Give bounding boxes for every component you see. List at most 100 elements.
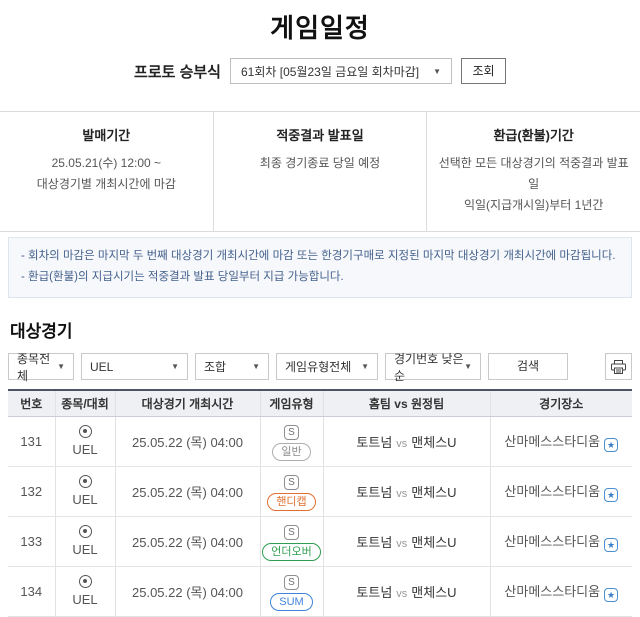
soccer-ball-icon <box>78 574 92 588</box>
venue-link[interactable]: 산마메스스타디움 <box>504 584 600 599</box>
search-button[interactable]: 검색 <box>488 353 568 381</box>
league-filter-select[interactable]: UEL ▼ <box>81 353 188 381</box>
table-row: 132 UEL 25.05.22 (목) 04:00 S 핸디캡 토트넘 vs 맨체… <box>8 466 632 518</box>
game-schedule-page: 게임일정 프로토 승부식 61회차 [05월23일 금요일 회차마감] ▼ 조회… <box>0 0 640 617</box>
chevron-down-icon: ▼ <box>252 362 260 372</box>
away-team: 맨체스U <box>411 485 457 501</box>
league-cell: UEL <box>54 416 115 468</box>
sale-period-column: 발매기간 25.05.21(수) 12:00 ~ 대상경기별 개최시간에 마감 <box>0 112 213 231</box>
table-row: 133 UEL 25.05.22 (목) 04:00 S 언더오버 토트넘 vs 맨… <box>8 516 632 568</box>
soccer-ball-icon <box>78 424 92 438</box>
home-team: 토트넘 <box>356 585 393 601</box>
favorite-star-icon[interactable]: ★ <box>604 488 619 503</box>
result-date-line1: 최종 경기종료 당일 예정 <box>259 156 381 170</box>
favorite-star-icon[interactable]: ★ <box>604 538 619 553</box>
sale-period-line2: 대상경기별 개최시간에 마감 <box>36 177 176 191</box>
single-badge: S <box>284 474 299 490</box>
refund-period-line1: 선택한 모든 대상경기의 적중결과 발표일 <box>438 156 629 191</box>
venue-link[interactable]: 산마메스스타디움 <box>504 484 600 499</box>
sale-period-line1: 25.05.21(수) 12:00 ~ <box>51 156 162 170</box>
venue-cell: 산마메스스타디움 ★ <box>489 516 632 568</box>
favorite-star-icon[interactable]: ★ <box>604 588 619 603</box>
league-cell: UEL <box>54 466 115 518</box>
home-team: 토트넘 <box>356 435 393 451</box>
soccer-ball-icon <box>78 474 92 488</box>
vs-label: vs <box>396 588 408 601</box>
round-select[interactable]: 61회차 [05월23일 금요일 회차마감] ▼ <box>229 58 452 84</box>
single-badge: S <box>284 524 299 540</box>
game-number: 131 <box>8 416 55 468</box>
game-number: 132 <box>8 466 55 518</box>
league-label: UEL <box>72 542 98 558</box>
sport-filter-select[interactable]: 종목전체 ▼ <box>8 352 74 383</box>
sort-filter-value: 경기번호 낮은순 <box>394 351 464 383</box>
header-league: 종목/대회 <box>54 388 115 418</box>
chevron-down-icon: ▼ <box>464 362 472 372</box>
league-label: UEL <box>72 442 98 458</box>
game-type-cell: S 언더오버 <box>259 516 323 568</box>
favorite-star-icon[interactable]: ★ <box>604 438 619 453</box>
league-cell: UEL <box>54 516 115 568</box>
sport-filter-value: 종목전체 <box>17 351 51 383</box>
league-cell: UEL <box>54 566 115 617</box>
game-type-badge: 언더오버 <box>262 542 321 561</box>
table-row: 134 UEL 25.05.22 (목) 04:00 S SUM 토트넘 vs 맨체… <box>8 566 632 617</box>
soccer-ball-icon <box>78 524 92 538</box>
game-number: 133 <box>8 516 55 568</box>
proto-label: 프로토 승부식 <box>134 63 221 81</box>
period-info-box: 발매기간 25.05.21(수) 12:00 ~ 대상경기별 개최시간에 마감 … <box>0 111 640 232</box>
away-team: 맨체스U <box>411 585 457 601</box>
game-type-filter-value: 게임유형전체 <box>285 360 352 375</box>
header-teams: 홈팀 vs 원정팀 <box>322 388 490 418</box>
game-time: 25.05.22 (목) 04:00 <box>114 416 260 468</box>
game-type-cell: S 핸디캡 <box>259 466 323 518</box>
inquiry-button[interactable]: 조회 <box>460 58 506 84</box>
proto-round-bar: 프로토 승부식 61회차 [05월23일 금요일 회차마감] ▼ 조회 <box>0 58 640 84</box>
home-team: 토트넘 <box>356 535 393 551</box>
venue-link[interactable]: 산마메스스타디움 <box>504 434 600 449</box>
result-date-title: 적중결과 발표일 <box>276 128 364 143</box>
teams-cell: 토트넘 vs 맨체스U <box>322 516 490 568</box>
header-venue: 경기장소 <box>489 388 632 418</box>
game-number: 134 <box>8 566 55 617</box>
printer-icon <box>611 359 626 374</box>
venue-cell: 산마메스스타디움 ★ <box>489 566 632 617</box>
combo-filter-value: 조합 <box>204 360 227 375</box>
game-type-filter-select[interactable]: 게임유형전체 ▼ <box>276 353 378 381</box>
games-table: 번호 종목/대회 대상경기 개최시간 게임유형 홈팀 vs 원정팀 경기장소 1… <box>8 388 632 617</box>
game-time: 25.05.22 (목) 04:00 <box>114 566 260 617</box>
filter-bar: 종목전체 ▼ UEL ▼ 조합 ▼ 게임유형전체 ▼ 경기번호 낮은순 ▼ 검색 <box>8 352 632 383</box>
result-date-column: 적중결과 발표일 최종 경기종료 당일 예정 <box>212 112 427 231</box>
vs-label: vs <box>396 438 408 451</box>
notice-box: - 회차의 마감은 마지막 두 번째 대상경기 개최시간에 마감 또는 한경기구… <box>8 237 632 298</box>
combo-filter-select[interactable]: 조합 ▼ <box>195 353 269 381</box>
notice-line: - 회차의 마감은 마지막 두 번째 대상경기 개최시간에 마감 또는 한경기구… <box>21 250 616 262</box>
table-row: 131 UEL 25.05.22 (목) 04:00 S 일반 토트넘 vs 맨체스… <box>8 416 632 468</box>
league-label: UEL <box>72 592 98 608</box>
sale-period-title: 발매기간 <box>82 128 131 143</box>
chevron-down-icon: ▼ <box>433 66 441 76</box>
venue-link[interactable]: 산마메스스타디움 <box>504 534 600 549</box>
target-games-title: 대상경기 <box>10 321 73 341</box>
game-time: 25.05.22 (목) 04:00 <box>114 516 260 568</box>
league-label: UEL <box>72 492 98 508</box>
single-badge: S <box>284 424 299 440</box>
print-button[interactable] <box>605 353 632 381</box>
vs-label: vs <box>396 488 408 501</box>
refund-period-column: 환급(환불)기간 선택한 모든 대상경기의 적중결과 발표일 익일(지급개시일)… <box>426 112 640 231</box>
header-type: 게임유형 <box>259 388 323 418</box>
chevron-down-icon: ▼ <box>171 362 179 372</box>
away-team: 맨체스U <box>411 535 457 551</box>
page-title: 게임일정 <box>270 13 370 43</box>
round-select-value: 61회차 [05월23일 금요일 회차마감] <box>240 64 420 79</box>
sort-filter-select[interactable]: 경기번호 낮은순 ▼ <box>385 352 481 383</box>
away-team: 맨체스U <box>411 435 457 451</box>
game-type-badge: 일반 <box>272 442 311 461</box>
game-type-cell: S 일반 <box>259 416 323 468</box>
venue-cell: 산마메스스타디움 ★ <box>489 466 632 518</box>
venue-cell: 산마메스스타디움 ★ <box>489 416 632 468</box>
refund-period-line2: 익일(지급개시일)부터 1년간 <box>463 198 604 212</box>
single-badge: S <box>284 574 299 590</box>
teams-cell: 토트넘 vs 맨체스U <box>322 466 490 518</box>
game-type-cell: S SUM <box>259 566 323 617</box>
